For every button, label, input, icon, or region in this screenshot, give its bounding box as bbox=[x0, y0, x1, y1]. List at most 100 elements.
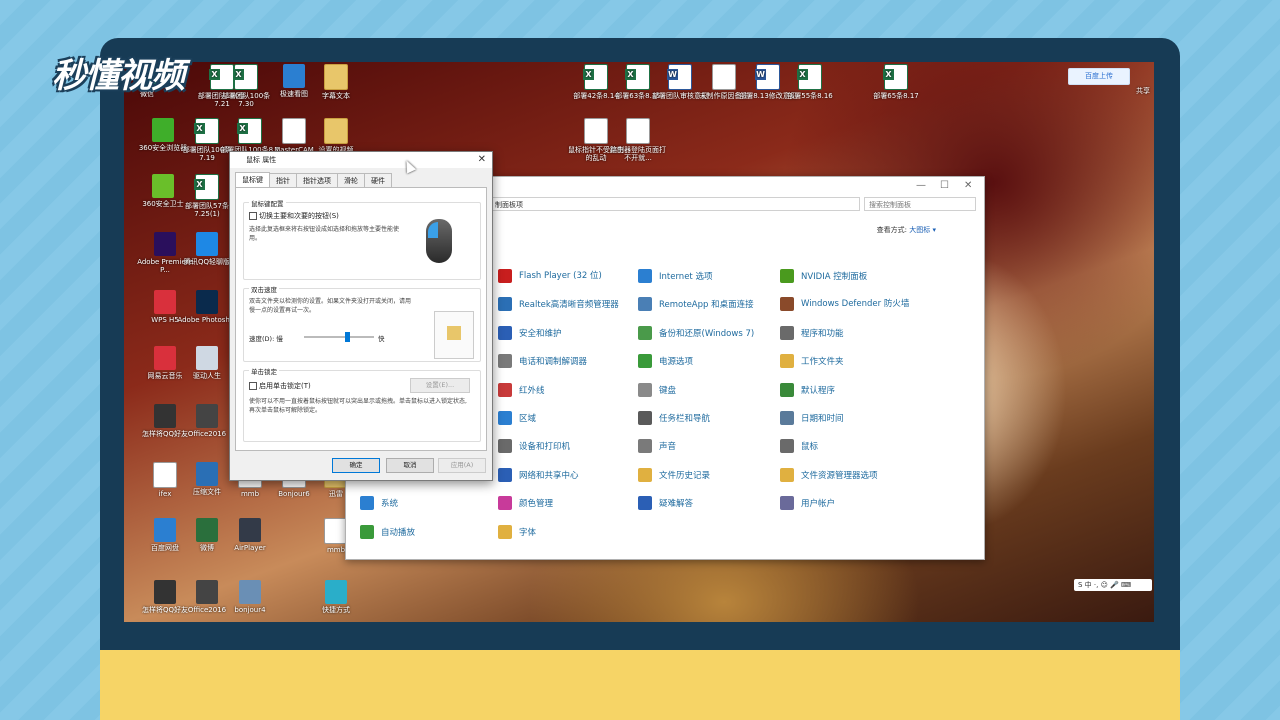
app-icon[interactable] bbox=[154, 346, 176, 370]
app-icon[interactable] bbox=[154, 404, 176, 428]
cp-item[interactable]: Realtek高清晰音频管理器 bbox=[498, 297, 619, 312]
cp-item[interactable]: 鼠标 bbox=[780, 439, 818, 454]
file-icon[interactable] bbox=[797, 64, 822, 90]
desktop-icon[interactable]: 字幕文本 bbox=[306, 64, 366, 100]
speed-slider-track[interactable] bbox=[304, 332, 374, 342]
cp-item[interactable]: 电话和调制解调器 bbox=[498, 354, 587, 369]
file-icon[interactable] bbox=[625, 64, 650, 90]
desktop-icon[interactable]: 部署55条8.16 bbox=[780, 64, 840, 100]
file-icon[interactable] bbox=[194, 174, 219, 200]
click-lock-settings-button[interactable]: 设置(E)... bbox=[410, 378, 470, 393]
cp-item-icon[interactable] bbox=[498, 524, 512, 539]
cp-address-bar[interactable]: 制面板项 bbox=[490, 197, 860, 211]
cp-item-icon[interactable] bbox=[780, 496, 794, 511]
app-icon[interactable] bbox=[196, 232, 218, 256]
file-icon[interactable] bbox=[282, 118, 306, 144]
cp-item-icon[interactable] bbox=[780, 467, 794, 482]
cp-item-icon[interactable] bbox=[498, 496, 512, 511]
switch-buttons-checkbox[interactable]: 切换主要和次要的按钮(S) bbox=[249, 211, 339, 221]
cp-item-icon[interactable] bbox=[638, 297, 652, 312]
file-icon[interactable] bbox=[153, 462, 177, 488]
cp-item-icon[interactable] bbox=[780, 382, 794, 397]
cp-item[interactable]: 声音 bbox=[638, 439, 676, 454]
file-icon[interactable] bbox=[626, 118, 650, 144]
cp-item[interactable]: 工作文件夹 bbox=[780, 354, 844, 369]
cp-item[interactable]: 颜色管理 bbox=[498, 496, 553, 511]
cp-item-icon[interactable] bbox=[498, 354, 512, 369]
minimize-icon[interactable]: — bbox=[916, 180, 926, 191]
cp-item-icon[interactable] bbox=[498, 382, 512, 397]
desktop-icon[interactable]: Adobe Photosh... bbox=[177, 290, 237, 324]
file-icon[interactable] bbox=[584, 118, 608, 144]
cp-item-icon[interactable] bbox=[360, 496, 374, 511]
cp-item[interactable]: RemoteApp 和桌面连接 bbox=[638, 297, 754, 312]
apply-button[interactable]: 应用(A) bbox=[438, 458, 486, 473]
cp-view-selector[interactable]: 查看方式: 大图标 ▾ bbox=[877, 225, 936, 235]
desktop-icon[interactable]: 快捷方式 bbox=[306, 580, 366, 614]
cp-search-input[interactable]: 搜索控制面板 bbox=[864, 197, 976, 211]
app-icon[interactable] bbox=[154, 518, 176, 542]
app-icon[interactable] bbox=[196, 346, 218, 370]
right-edge-icon-label[interactable]: 共享 bbox=[1136, 86, 1150, 96]
file-icon[interactable] bbox=[883, 64, 908, 90]
test-folder-box[interactable] bbox=[434, 311, 474, 359]
close-icon[interactable]: ✕ bbox=[964, 180, 972, 191]
file-icon[interactable] bbox=[237, 118, 262, 144]
cp-item-icon[interactable] bbox=[498, 269, 512, 283]
app-icon[interactable] bbox=[239, 580, 261, 604]
cp-item[interactable]: 系统 bbox=[360, 496, 398, 511]
tab-pointers[interactable]: 指针 bbox=[269, 173, 297, 187]
tab-pointer-options[interactable]: 指针选项 bbox=[296, 173, 338, 187]
app-icon[interactable] bbox=[196, 404, 218, 428]
file-icon[interactable] bbox=[233, 64, 258, 90]
cp-item-icon[interactable] bbox=[638, 467, 652, 482]
desktop-icon[interactable]: 腾讯QQ轻聊版 bbox=[177, 232, 237, 266]
cp-item-icon[interactable] bbox=[780, 325, 794, 340]
folder-icon[interactable] bbox=[447, 326, 461, 340]
folder-icon[interactable] bbox=[324, 118, 348, 144]
cp-item-icon[interactable] bbox=[638, 354, 652, 369]
cp-item[interactable]: NVIDIA 控制面板 bbox=[780, 269, 867, 283]
cp-item[interactable]: 备份和还原(Windows 7) bbox=[638, 325, 754, 340]
cp-item[interactable]: 文件历史记录 bbox=[638, 467, 710, 482]
desktop-icon[interactable]: 驱动人生 bbox=[177, 346, 237, 380]
cp-item-icon[interactable] bbox=[780, 354, 794, 369]
cancel-button[interactable]: 取消 bbox=[386, 458, 434, 473]
cloud-upload-button[interactable]: 百度上传 bbox=[1068, 68, 1130, 85]
cp-item[interactable]: 区域 bbox=[498, 411, 536, 425]
app-icon[interactable] bbox=[283, 64, 305, 88]
app-icon[interactable] bbox=[239, 518, 261, 542]
file-icon[interactable] bbox=[667, 64, 692, 90]
tab-hardware[interactable]: 硬件 bbox=[364, 173, 392, 187]
cp-item[interactable]: 键盘 bbox=[638, 382, 676, 397]
cp-item[interactable]: Flash Player (32 位) bbox=[498, 269, 631, 283]
cp-item-icon[interactable] bbox=[638, 411, 652, 425]
cp-item-icon[interactable] bbox=[498, 439, 512, 454]
app-icon[interactable] bbox=[196, 518, 218, 542]
desktop-icon[interactable]: 部署团队57条7.25(1) bbox=[177, 174, 237, 218]
tab-buttons[interactable]: 鼠标键 bbox=[235, 172, 270, 188]
cp-item[interactable]: 程序和功能 bbox=[780, 325, 844, 340]
cp-item[interactable]: 文件资源管理器选项 bbox=[780, 467, 878, 482]
cp-item[interactable]: 安全和维护 bbox=[498, 325, 562, 340]
cp-item-icon[interactable] bbox=[498, 325, 512, 340]
app-icon[interactable] bbox=[152, 174, 174, 198]
cp-item[interactable]: 红外线 bbox=[498, 382, 545, 397]
dialog-close-icon[interactable]: ✕ bbox=[478, 152, 486, 168]
speed-slider-thumb[interactable] bbox=[344, 332, 350, 342]
app-icon[interactable] bbox=[196, 290, 218, 314]
cp-item[interactable]: 默认程序 bbox=[780, 382, 835, 397]
cp-item[interactable]: 用户帐户 bbox=[780, 496, 835, 511]
cp-item[interactable]: 字体 bbox=[498, 524, 536, 539]
cp-item-icon[interactable] bbox=[780, 411, 794, 425]
cp-item-icon[interactable] bbox=[638, 439, 652, 454]
cp-item[interactable]: 设备和打印机 bbox=[498, 439, 570, 454]
desktop-icon[interactable]: AirPlayer bbox=[220, 518, 280, 552]
cp-item-icon[interactable] bbox=[638, 382, 652, 397]
cp-item-icon[interactable] bbox=[780, 269, 794, 283]
cp-item[interactable]: Internet 选项 bbox=[638, 269, 712, 283]
checkbox-box[interactable] bbox=[249, 382, 257, 390]
ime-tray[interactable]: S 中 ·, ☺ 🎤 ⌨ bbox=[1074, 579, 1152, 591]
cp-item[interactable]: 疑难解答 bbox=[638, 496, 693, 511]
app-icon[interactable] bbox=[196, 462, 218, 486]
